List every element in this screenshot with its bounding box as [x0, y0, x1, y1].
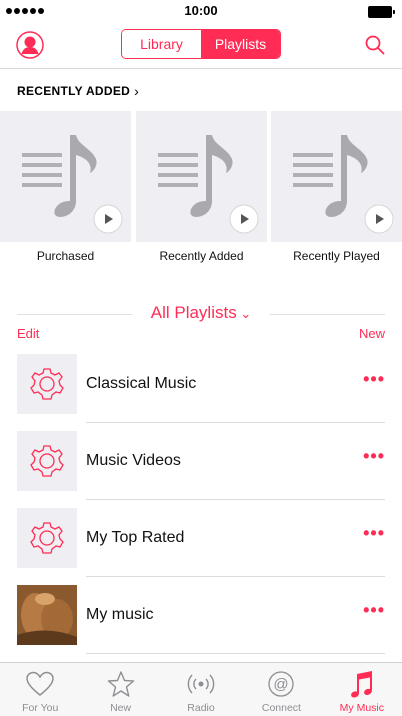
recently-added-label: RECENTLY ADDED	[17, 84, 131, 98]
recently-added-header[interactable]: RECENTLY ADDED ›	[17, 83, 139, 99]
playlist-title: My Top Rated	[86, 529, 185, 546]
tab-label: My Music	[339, 702, 384, 714]
tab-for-you[interactable]: For You	[0, 663, 80, 716]
gear-icon	[30, 368, 64, 400]
playlist-thumbnail	[17, 508, 77, 568]
segment-playlists[interactable]: Playlists	[201, 30, 280, 58]
battery-icon	[368, 6, 395, 18]
play-icon[interactable]	[93, 204, 123, 234]
playlist-row-my-music[interactable]: My music •••	[0, 577, 402, 654]
tab-radio[interactable]: Radio	[161, 663, 241, 716]
library-playlists-segmented-control[interactable]: Library Playlists	[121, 29, 281, 59]
album-art-image	[17, 585, 77, 645]
album-card-purchased[interactable]	[0, 111, 131, 242]
at-icon: @	[268, 671, 295, 697]
playlist-thumbnail	[17, 431, 77, 491]
playlist-title: My music	[86, 606, 154, 623]
play-icon[interactable]	[364, 204, 394, 234]
playlist-title: Music Videos	[86, 452, 181, 469]
status-bar: 10:00	[0, 0, 402, 22]
playlist-row-classical-music[interactable]: Classical Music •••	[0, 346, 402, 423]
more-options-button[interactable]: •••	[363, 524, 385, 542]
album-art-thumbnail	[17, 585, 77, 645]
tab-connect[interactable]: @ Connect	[241, 663, 321, 716]
segment-library[interactable]: Library	[122, 30, 201, 58]
heart-icon	[26, 671, 54, 696]
more-options-button[interactable]: •••	[363, 447, 385, 465]
profile-icon[interactable]	[16, 31, 44, 59]
tab-label: Radio	[187, 702, 215, 714]
star-icon	[107, 671, 134, 697]
playlist-row-my-top-rated[interactable]: My Top Rated •••	[0, 500, 402, 577]
all-playlists-header: All Playlists ⌄	[0, 303, 402, 325]
new-playlist-button[interactable]: New	[359, 326, 385, 341]
more-options-button[interactable]: •••	[363, 370, 385, 388]
all-playlists-dropdown[interactable]: All Playlists ⌄	[0, 303, 402, 323]
nav-bar: Library Playlists	[0, 22, 402, 69]
play-icon[interactable]	[229, 204, 259, 234]
playlist-title: Classical Music	[86, 375, 197, 392]
svg-text:@: @	[274, 676, 289, 693]
album-card-recently-played[interactable]	[271, 111, 402, 242]
status-time: 10:00	[184, 3, 218, 18]
album-label-recently-played: Recently Played	[293, 249, 380, 263]
tab-new[interactable]: New	[80, 663, 160, 716]
all-playlists-title: All Playlists	[150, 303, 237, 322]
more-options-button[interactable]: •••	[363, 601, 385, 619]
tab-label: Connect	[261, 702, 301, 714]
search-icon[interactable]	[365, 35, 385, 55]
radio-icon	[187, 674, 215, 694]
playlist-thumbnail	[17, 354, 77, 414]
tab-label: New	[110, 702, 132, 714]
divider	[270, 314, 385, 315]
tab-my-music[interactable]: My Music	[322, 663, 402, 716]
album-label-recently-added: Recently Added	[159, 249, 244, 263]
chevron-right-icon: ›	[134, 83, 140, 99]
tab-bar: For You New Radio @ Connect My Music	[0, 662, 402, 716]
chevron-down-icon: ⌄	[236, 306, 252, 321]
tab-label: For You	[22, 702, 59, 714]
edit-button[interactable]: Edit	[17, 326, 39, 341]
gear-icon	[30, 522, 64, 554]
playlist-row-music-videos[interactable]: Music Videos •••	[0, 423, 402, 500]
music-note-icon	[350, 671, 372, 698]
album-card-recently-added[interactable]	[136, 111, 267, 242]
row-separator	[86, 653, 385, 654]
album-label-purchased: Purchased	[36, 249, 95, 263]
gear-icon	[30, 445, 64, 477]
